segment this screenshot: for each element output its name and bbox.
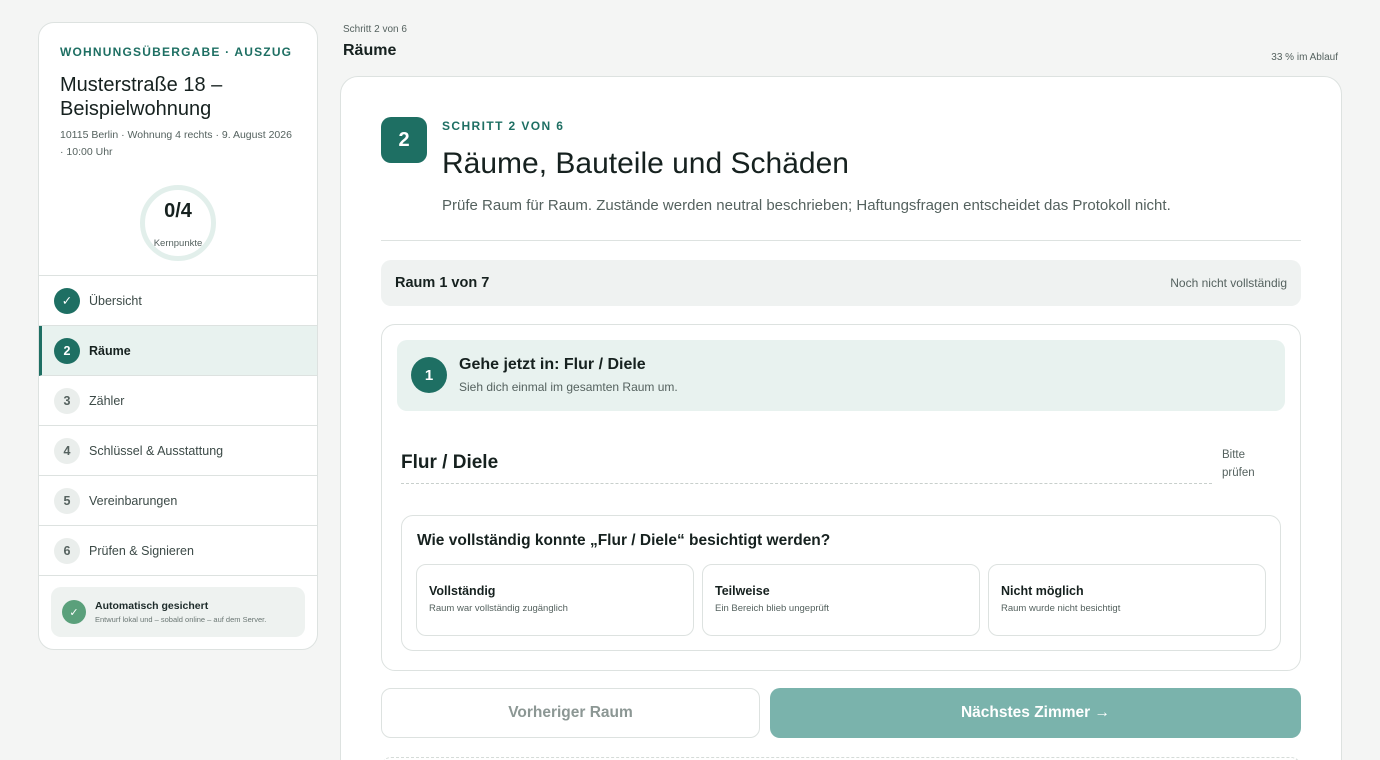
sidebar-eyebrow: WOHNUNGSÜBERGABE · AUSZUG <box>60 45 293 59</box>
nav-item-label: Zähler <box>89 393 125 408</box>
autosave-title: Automatisch gesichert <box>95 600 209 612</box>
step-eyebrow: SCHRITT 2 VON 6 <box>442 119 565 133</box>
option-subtitle: Raum war vollständig zugänglich <box>429 603 568 614</box>
autosave-text: Automatisch gesichert Entwurf lokal und … <box>95 600 266 624</box>
option-teilweise[interactable]: Teilweise Ein Bereich blieb ungeprüft <box>702 564 980 636</box>
page-description: Prüfe Raum für Raum. Zustände werden neu… <box>442 197 1171 214</box>
nav-step-number: 4 <box>54 437 80 464</box>
header-title: Räume <box>343 42 397 59</box>
nav-step-number: 6 <box>54 537 80 564</box>
room-check-status: Bitte prüfen <box>1222 449 1255 479</box>
option-title: Nicht möglich <box>1001 584 1084 598</box>
property-title: Musterstraße 18 – Beispielwohnung <box>60 74 223 120</box>
room-progress-bar: Raum 1 von 7 Noch nicht vollständig <box>381 260 1301 306</box>
nav-item-raeume[interactable]: 2 Räume <box>39 326 317 376</box>
goto-subtitle: Sieh dich einmal im gesamten Raum um. <box>459 380 678 394</box>
nav-item-schluessel[interactable]: 4 Schlüssel & Ausstattung <box>39 426 317 476</box>
progress-ring: 0/4 Kernpunkte <box>140 185 216 261</box>
property-meta: 10115 Berlin · Wohnung 4 rechts · 9. Aug… <box>60 129 292 158</box>
option-title: Vollständig <box>429 584 496 598</box>
main-card: 2 SCHRITT 2 VON 6 Räume, Bauteile und Sc… <box>340 76 1342 760</box>
goto-title: Gehe jetzt in: Flur / Diele <box>459 356 646 373</box>
nav-item-label: Schlüssel & Ausstattung <box>89 443 224 458</box>
nav-item-pruefen[interactable]: 6 Prüfen & Signieren <box>39 526 317 576</box>
nav-item-zaehler[interactable]: 3 Zähler <box>39 376 317 426</box>
progress-value: 0/4 <box>164 200 192 222</box>
inspection-question: Wie vollständig konnte „Flur / Diele“ be… <box>401 515 1281 651</box>
room-status: Noch nicht vollständig <box>1170 276 1287 290</box>
room-name: Flur / Diele <box>401 452 1212 484</box>
nav-item-label: Räume <box>89 343 131 358</box>
nav-item-label: Übersicht <box>89 293 142 308</box>
nav-item-label: Vereinbarungen <box>89 493 178 508</box>
autosave-notice: ✓ Automatisch gesichert Entwurf lokal un… <box>51 587 305 637</box>
question-text: Wie vollständig konnte „Flur / Diele“ be… <box>417 532 831 549</box>
check-icon: ✓ <box>54 287 80 314</box>
sidebar: WOHNUNGSÜBERGABE · AUSZUG Musterstraße 1… <box>38 22 318 650</box>
goto-instruction: 1 Gehe jetzt in: Flur / Diele Sieh dich … <box>397 340 1285 411</box>
progress-label: Kernpunkte <box>153 238 203 249</box>
next-room-button[interactable]: Nächstes Zimmer → <box>770 688 1301 738</box>
option-subtitle: Raum wurde nicht besichtigt <box>1001 603 1121 614</box>
autosave-subtitle: Entwurf lokal und – sobald online – auf … <box>95 615 267 624</box>
step-number-badge: 2 <box>381 117 427 163</box>
header-progress: 33 % im Ablauf <box>1271 52 1338 63</box>
option-subtitle: Ein Bereich blieb ungeprüft <box>715 603 830 614</box>
goto-step-number: 1 <box>411 357 447 393</box>
room-count: Raum 1 von 7 <box>395 275 490 291</box>
nav-item-uebersicht[interactable]: ✓ Übersicht <box>39 276 317 326</box>
option-vollstaendig[interactable]: Vollständig Raum war vollständig zugängl… <box>416 564 694 636</box>
previous-room-button[interactable]: Vorheriger Raum <box>381 688 760 738</box>
option-title: Teilweise <box>715 584 770 598</box>
page-title: Räume, Bauteile und Schäden <box>442 147 849 180</box>
check-icon: ✓ <box>62 600 86 624</box>
divider <box>381 240 1301 241</box>
nav-step-number: 3 <box>54 387 80 414</box>
nav-item-label: Prüfen & Signieren <box>89 543 194 558</box>
nav-step-number: 2 <box>54 337 80 364</box>
sidebar-header: WOHNUNGSÜBERGABE · AUSZUG Musterstraße 1… <box>39 23 317 161</box>
nav-step-number: 5 <box>54 487 80 514</box>
room-panel: 1 Gehe jetzt in: Flur / Diele Sieh dich … <box>381 324 1301 671</box>
option-nicht-moeglich[interactable]: Nicht möglich Raum wurde nicht besichtig… <box>988 564 1266 636</box>
nav-item-vereinbarungen[interactable]: 5 Vereinbarungen <box>39 476 317 526</box>
header-step-label: Schritt 2 von 6 <box>343 24 407 35</box>
step-nav: ✓ Übersicht 2 Räume 3 Zähler 4 Schlüssel… <box>39 275 317 576</box>
